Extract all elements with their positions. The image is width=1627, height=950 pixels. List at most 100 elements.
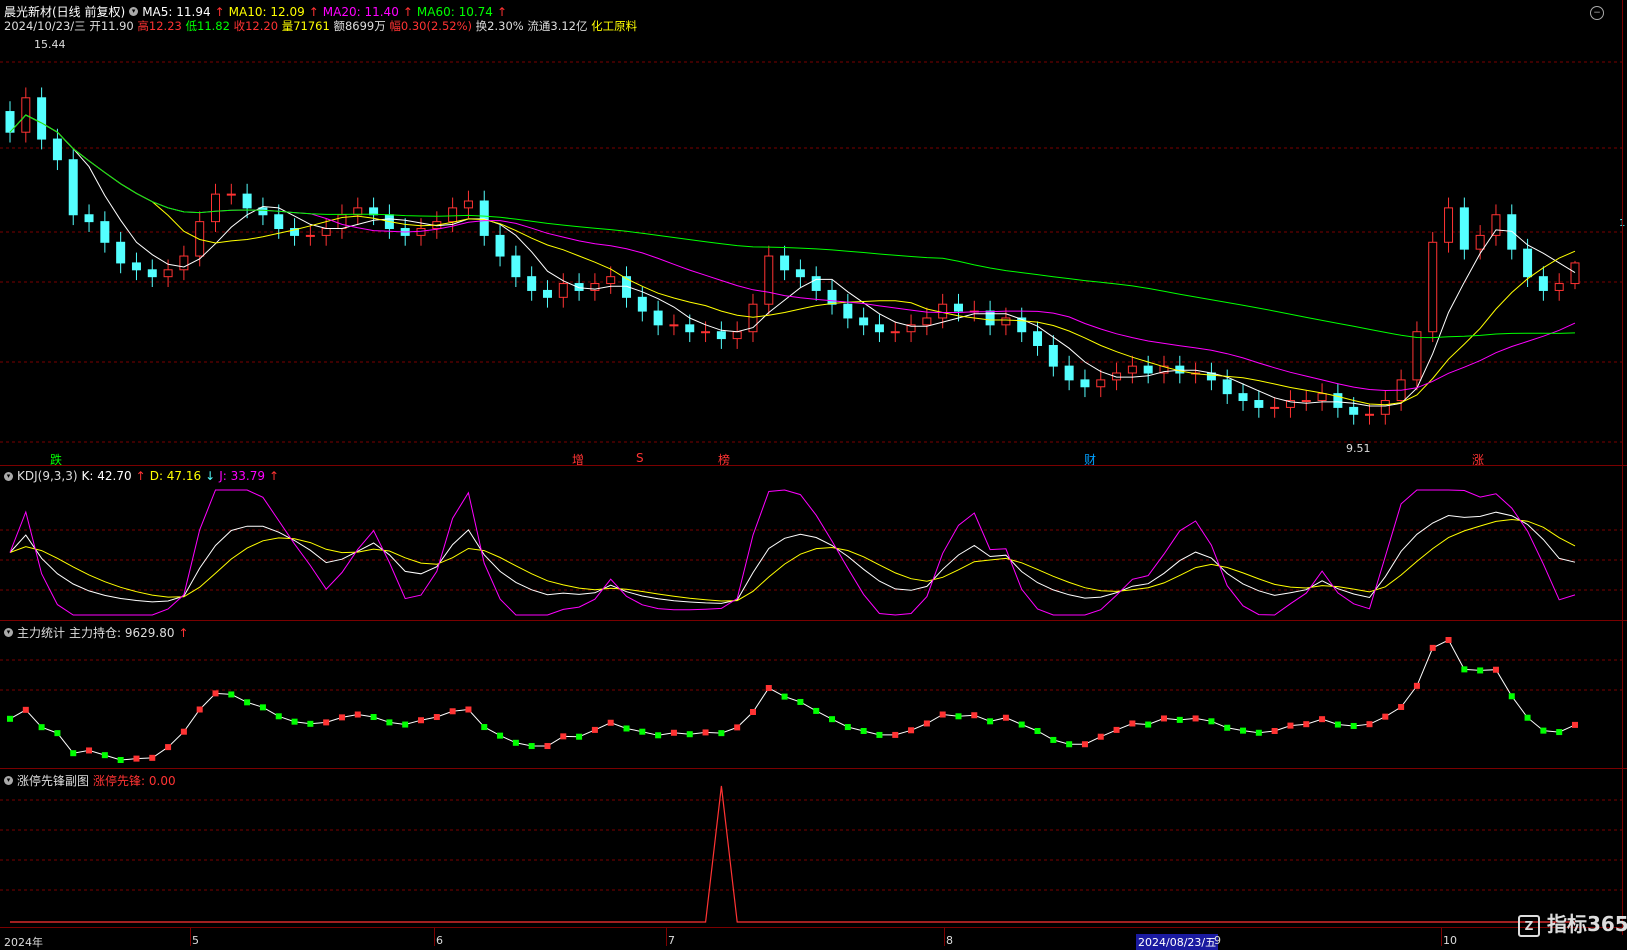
candle-body bbox=[1048, 344, 1058, 367]
candle-body bbox=[163, 269, 173, 278]
main-force-marker bbox=[1097, 733, 1104, 740]
collapse-icon[interactable]: ▾ bbox=[4, 628, 13, 637]
main-force-marker bbox=[1461, 666, 1468, 673]
candle-body bbox=[1570, 262, 1580, 285]
main-force-marker bbox=[781, 693, 788, 700]
candle-body bbox=[179, 255, 189, 271]
kdj-title: KDJ(9,3,3) bbox=[17, 469, 78, 483]
candle-body bbox=[953, 303, 963, 312]
candle-body bbox=[1459, 207, 1469, 250]
candle-body bbox=[1523, 248, 1533, 278]
main-force-marker bbox=[1081, 741, 1088, 748]
main-force-marker bbox=[180, 728, 187, 735]
candle-body bbox=[1254, 400, 1264, 408]
panel-separator bbox=[0, 768, 1627, 769]
main-force-marker bbox=[465, 706, 472, 713]
candle-body bbox=[116, 241, 126, 264]
main-force-marker bbox=[133, 755, 140, 762]
candle-body bbox=[938, 303, 948, 319]
main-force-marker bbox=[813, 707, 820, 714]
main-force-marker bbox=[670, 729, 677, 736]
candle-body bbox=[1444, 207, 1454, 243]
candle-body bbox=[716, 331, 726, 340]
candle-body bbox=[685, 324, 695, 333]
main-force-marker bbox=[212, 690, 219, 697]
main-force-marker bbox=[70, 750, 77, 757]
main-force-marker bbox=[22, 706, 29, 713]
main-force-marker bbox=[402, 721, 409, 728]
main-force-marker bbox=[844, 724, 851, 731]
collapse-icon[interactable]: ▾ bbox=[4, 776, 13, 785]
main-force-marker bbox=[1287, 722, 1294, 729]
main-force-marker bbox=[1176, 716, 1183, 723]
main-force-marker bbox=[639, 728, 646, 735]
main-force-marker bbox=[1192, 715, 1199, 722]
candle-body bbox=[922, 317, 932, 326]
collapse-icon[interactable]: ▾ bbox=[4, 471, 13, 481]
candle-body bbox=[1475, 234, 1485, 250]
candle-body bbox=[669, 324, 679, 327]
main-force-marker bbox=[607, 719, 614, 726]
main-force-marker bbox=[749, 709, 756, 715]
candle-body bbox=[37, 97, 47, 140]
main-force-marker bbox=[1255, 729, 1262, 736]
panel-separator bbox=[0, 465, 1627, 466]
candle-body bbox=[1096, 379, 1106, 388]
candle-body bbox=[1538, 276, 1548, 291]
candle-body bbox=[1301, 400, 1311, 403]
limit-pioneer-line bbox=[10, 785, 1575, 923]
main-force-marker bbox=[338, 714, 345, 721]
main-force-marker bbox=[528, 743, 535, 750]
main-force-marker bbox=[734, 724, 741, 731]
main-force-marker bbox=[718, 730, 725, 737]
candle-body bbox=[1238, 393, 1248, 402]
candle-body bbox=[1080, 379, 1090, 388]
main-force-marker bbox=[1572, 721, 1578, 728]
main-force-marker bbox=[1113, 726, 1120, 733]
candle-body bbox=[732, 331, 742, 340]
candle-body bbox=[811, 276, 821, 291]
main-force-value: 主力持仓: 9629.80 bbox=[69, 626, 175, 640]
main-force-marker bbox=[1050, 736, 1057, 743]
main-force-marker bbox=[149, 754, 156, 761]
main-force-marker bbox=[560, 733, 567, 740]
xaxis-tick: 9 bbox=[1214, 934, 1221, 947]
candle-body bbox=[147, 269, 157, 278]
main-force-marker bbox=[1492, 666, 1499, 673]
candle-body bbox=[1064, 365, 1074, 381]
candlesticks bbox=[5, 87, 1580, 425]
candle-body bbox=[1491, 214, 1501, 236]
main-force-marker bbox=[1066, 741, 1073, 748]
candle-body bbox=[859, 317, 869, 326]
main-force-marker bbox=[955, 713, 962, 720]
candle-body bbox=[827, 289, 837, 305]
main-force-header: ▾ 主力统计 主力持仓: 9629.80 ↑ bbox=[4, 624, 189, 641]
main-force-marker bbox=[702, 729, 709, 736]
main-force-marker bbox=[1208, 718, 1215, 725]
main-force-marker bbox=[923, 720, 930, 727]
limit-pioneer-header: ▾ 涨停先锋副图 涨停先锋: 0.00 bbox=[4, 772, 176, 789]
main-force-marker bbox=[876, 731, 883, 738]
xaxis-tick: 7 bbox=[668, 934, 675, 947]
candle-body bbox=[1033, 331, 1043, 346]
kdj-header: ▾ KDJ(9,3,3) K: 42.70 ↑ D: 47.16 ↓ J: 33.7… bbox=[4, 469, 279, 483]
candle-body bbox=[1143, 365, 1153, 374]
kdj-j-line bbox=[9, 489, 1576, 616]
candle-body bbox=[1428, 241, 1438, 333]
main-force-marker bbox=[829, 716, 836, 723]
main-force-marker bbox=[291, 718, 298, 725]
main-force-title: 主力统计 bbox=[17, 626, 66, 640]
candle-body bbox=[448, 207, 458, 223]
event-marker-s[interactable]: S bbox=[636, 451, 644, 465]
candle-body bbox=[100, 221, 110, 243]
main-force-marker bbox=[1224, 724, 1231, 731]
candle-body bbox=[527, 276, 537, 291]
max-price-label: 15.44 bbox=[34, 38, 66, 51]
candle-body bbox=[463, 200, 473, 209]
kdj-k: K: 42.70 bbox=[81, 469, 132, 483]
main-force-marker bbox=[1477, 667, 1484, 674]
main-force-marker bbox=[1429, 644, 1436, 651]
candle-body bbox=[558, 283, 568, 298]
xaxis-cursor-date: 2024/08/23/五 bbox=[1136, 934, 1219, 950]
main-force-marker bbox=[1303, 721, 1310, 728]
